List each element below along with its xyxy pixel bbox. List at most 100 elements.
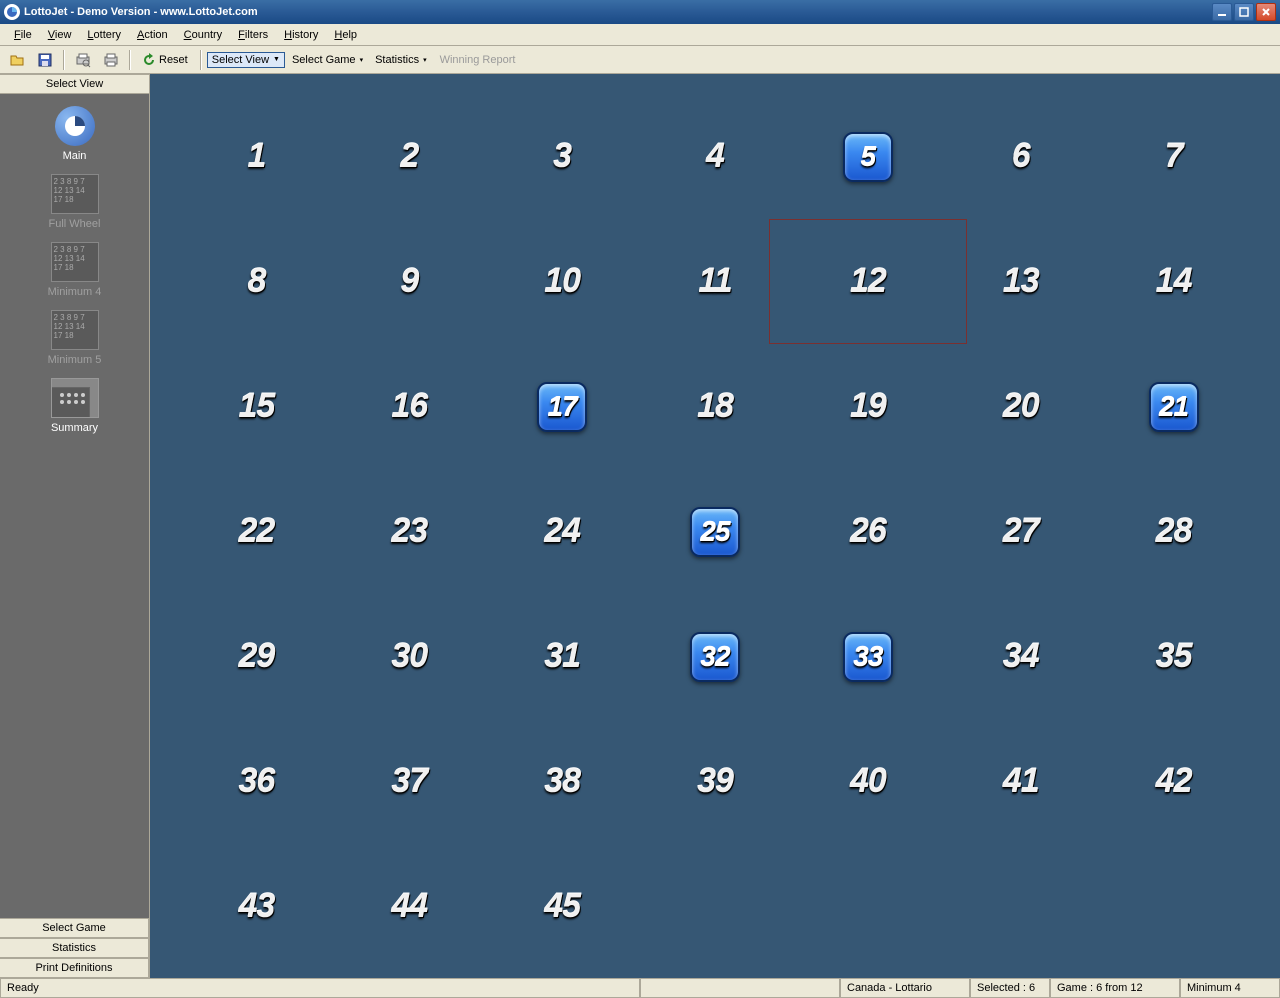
summary-icon (51, 378, 99, 418)
maximize-button[interactable] (1234, 3, 1254, 21)
number-cell-10[interactable]: 10 (486, 219, 639, 344)
number-cell-14[interactable]: 14 (1097, 219, 1250, 344)
open-button[interactable] (4, 49, 30, 71)
number-cell-15[interactable]: 15 (180, 344, 333, 469)
app-icon (4, 4, 20, 20)
minimum_4-icon: 2 3 8 9 7 12 13 14 17 18 (51, 242, 99, 282)
number-label: 35 (1156, 637, 1192, 676)
number-label: 4 (706, 137, 724, 176)
number-cell-1[interactable]: 1 (180, 94, 333, 219)
minimize-button[interactable] (1212, 3, 1232, 21)
number-cell-7[interactable]: 7 (1097, 94, 1250, 219)
sidebar-item-main[interactable]: Main (0, 102, 149, 166)
sidebar-item-full_wheel[interactable]: 2 3 8 9 7 12 13 14 17 18Full Wheel (0, 170, 149, 234)
number-cell-9[interactable]: 9 (333, 219, 486, 344)
sidebar-item-label: Main (63, 150, 87, 162)
number-label: 30 (391, 637, 427, 676)
number-cell-45[interactable]: 45 (486, 844, 639, 969)
reset-button[interactable]: Reset (136, 49, 195, 71)
sidebar-item-minimum_4[interactable]: 2 3 8 9 7 12 13 14 17 18Minimum 4 (0, 238, 149, 302)
selected-number-box: 32 (690, 632, 740, 682)
number-cell-28[interactable]: 28 (1097, 469, 1250, 594)
number-label: 15 (239, 387, 275, 426)
number-cell-23[interactable]: 23 (333, 469, 486, 594)
number-cell-42[interactable]: 42 (1097, 719, 1250, 844)
number-cell-25[interactable]: 25 (639, 469, 792, 594)
number-label: 44 (391, 887, 427, 926)
number-cell-12[interactable]: 12 (791, 219, 944, 344)
number-cell-18[interactable]: 18 (639, 344, 792, 469)
number-cell-11[interactable]: 11 (639, 219, 792, 344)
number-cell-22[interactable]: 22 (180, 469, 333, 594)
number-label: 11 (698, 262, 731, 301)
save-button[interactable] (32, 49, 58, 71)
number-cell-44[interactable]: 44 (333, 844, 486, 969)
sidebar-item-minimum_5[interactable]: 2 3 8 9 7 12 13 14 17 18Minimum 5 (0, 306, 149, 370)
sidebar-tab-select-game[interactable]: Select Game (0, 918, 149, 938)
status-selected: Selected : 6 (970, 979, 1050, 998)
number-cell-19[interactable]: 19 (791, 344, 944, 469)
sidebar-item-summary[interactable]: Summary (0, 374, 149, 438)
number-cell-30[interactable]: 30 (333, 594, 486, 719)
sidebar: Select View Main2 3 8 9 7 12 13 14 17 18… (0, 74, 150, 978)
print-button[interactable] (98, 49, 124, 71)
number-label: 1 (247, 137, 265, 176)
number-cell-5[interactable]: 5 (791, 94, 944, 219)
number-cell-20[interactable]: 20 (944, 344, 1097, 469)
number-cell-24[interactable]: 24 (486, 469, 639, 594)
number-cell-13[interactable]: 13 (944, 219, 1097, 344)
number-cell-32[interactable]: 32 (639, 594, 792, 719)
statistics-dropdown[interactable]: Statistics▾ (370, 52, 432, 68)
menu-help[interactable]: Help (326, 27, 365, 43)
number-cell-37[interactable]: 37 (333, 719, 486, 844)
status-ready: Ready (0, 979, 640, 998)
number-cell-8[interactable]: 8 (180, 219, 333, 344)
menu-action[interactable]: Action (129, 27, 176, 43)
number-cell-43[interactable]: 43 (180, 844, 333, 969)
number-label: 34 (1003, 637, 1039, 676)
window-title: LottoJet - Demo Version - www.LottoJet.c… (24, 6, 1212, 18)
number-label: 16 (391, 387, 427, 426)
number-cell-34[interactable]: 34 (944, 594, 1097, 719)
number-cell-38[interactable]: 38 (486, 719, 639, 844)
number-cell-6[interactable]: 6 (944, 94, 1097, 219)
number-cell-31[interactable]: 31 (486, 594, 639, 719)
number-cell-3[interactable]: 3 (486, 94, 639, 219)
number-cell-29[interactable]: 29 (180, 594, 333, 719)
status-wheel: Minimum 4 (1180, 979, 1280, 998)
sidebar-tab-print-definitions[interactable]: Print Definitions (0, 958, 149, 978)
menu-view[interactable]: View (40, 27, 80, 43)
number-cell-40[interactable]: 40 (791, 719, 944, 844)
number-cell-35[interactable]: 35 (1097, 594, 1250, 719)
close-button[interactable] (1256, 3, 1276, 21)
sidebar-tab-statistics[interactable]: Statistics (0, 938, 149, 958)
full_wheel-icon: 2 3 8 9 7 12 13 14 17 18 (51, 174, 99, 214)
menu-country[interactable]: Country (176, 27, 231, 43)
number-label: 21 (1159, 391, 1188, 423)
selected-number-box: 25 (690, 507, 740, 557)
selected-number-box: 17 (537, 382, 587, 432)
number-cell-27[interactable]: 27 (944, 469, 1097, 594)
selected-number-box: 5 (843, 132, 893, 182)
menu-filters[interactable]: Filters (230, 27, 276, 43)
number-cell-26[interactable]: 26 (791, 469, 944, 594)
number-cell-41[interactable]: 41 (944, 719, 1097, 844)
number-cell-21[interactable]: 21 (1097, 344, 1250, 469)
select-view-dropdown[interactable]: Select View▼ (207, 52, 285, 68)
number-cell-39[interactable]: 39 (639, 719, 792, 844)
select-game-dropdown[interactable]: Select Game▾ (287, 52, 368, 68)
number-label: 5 (861, 141, 876, 173)
number-cell-36[interactable]: 36 (180, 719, 333, 844)
number-cell-16[interactable]: 16 (333, 344, 486, 469)
menu-file[interactable]: File (6, 27, 40, 43)
number-cell-33[interactable]: 33 (791, 594, 944, 719)
number-label: 45 (544, 887, 580, 926)
print-preview-button[interactable] (70, 49, 96, 71)
number-grid-area: 1234567891011121314151617181920212223242… (150, 74, 1280, 978)
number-cell-2[interactable]: 2 (333, 94, 486, 219)
menu-history[interactable]: History (276, 27, 326, 43)
menubar: File View Lottery Action Country Filters… (0, 24, 1280, 46)
number-cell-17[interactable]: 17 (486, 344, 639, 469)
number-cell-4[interactable]: 4 (639, 94, 792, 219)
menu-lottery[interactable]: Lottery (79, 27, 129, 43)
